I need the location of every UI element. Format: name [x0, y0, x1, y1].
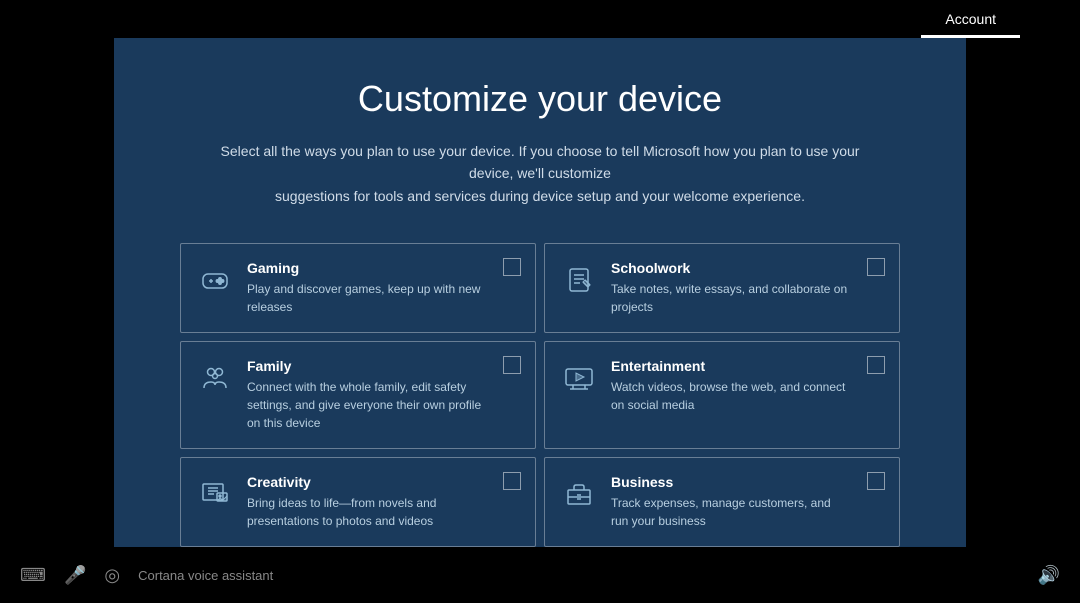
- schoolwork-checkbox[interactable]: [867, 258, 885, 276]
- creativity-title: Creativity: [247, 474, 485, 490]
- gaming-icon: [197, 262, 233, 298]
- schoolwork-desc: Take notes, write essays, and collaborat…: [611, 280, 849, 316]
- entertainment-desc: Watch videos, browse the web, and connec…: [611, 378, 849, 414]
- family-title: Family: [247, 358, 485, 374]
- family-text: Family Connect with the whole family, ed…: [247, 358, 485, 432]
- subtitle-line1: Select all the ways you plan to use your…: [221, 143, 860, 181]
- schoolwork-icon: [561, 262, 597, 298]
- page-subtitle: Select all the ways you plan to use your…: [200, 140, 880, 207]
- creativity-card[interactable]: Creativity Bring ideas to life—from nove…: [180, 457, 536, 547]
- family-checkbox[interactable]: [503, 356, 521, 374]
- taskbar-right: 🔊: [1038, 565, 1060, 586]
- keyboard-icon[interactable]: ⌨: [20, 565, 46, 586]
- business-icon: [561, 476, 597, 512]
- family-desc: Connect with the whole family, edit safe…: [247, 378, 485, 432]
- gaming-title: Gaming: [247, 260, 485, 276]
- family-icon: [197, 360, 233, 396]
- schoolwork-card[interactable]: Schoolwork Take notes, write essays, and…: [544, 243, 900, 333]
- business-title: Business: [611, 474, 849, 490]
- account-tab[interactable]: Account: [921, 5, 1020, 38]
- schoolwork-title: Schoolwork: [611, 260, 849, 276]
- creativity-icon: [197, 476, 233, 512]
- subtitle-line2: suggestions for tools and services durin…: [275, 188, 805, 204]
- gaming-desc: Play and discover games, keep up with ne…: [247, 280, 485, 316]
- page-title: Customize your device: [358, 78, 722, 120]
- entertainment-title: Entertainment: [611, 358, 849, 374]
- taskbar: ⌨ 🎤 ◎ Cortana voice assistant 🔊: [0, 547, 1080, 603]
- main-panel: Customize your device Select all the way…: [114, 38, 966, 547]
- business-text: Business Track expenses, manage customer…: [611, 474, 849, 530]
- top-bar: Account: [0, 0, 1080, 38]
- microphone-icon[interactable]: 🎤: [64, 565, 86, 586]
- gaming-text: Gaming Play and discover games, keep up …: [247, 260, 485, 316]
- gaming-card[interactable]: Gaming Play and discover games, keep up …: [180, 243, 536, 333]
- entertainment-text: Entertainment Watch videos, browse the w…: [611, 358, 849, 414]
- entertainment-icon: [561, 360, 597, 396]
- gaming-checkbox[interactable]: [503, 258, 521, 276]
- business-card[interactable]: Business Track expenses, manage customer…: [544, 457, 900, 547]
- creativity-text: Creativity Bring ideas to life—from nove…: [247, 474, 485, 530]
- cortana-circle-icon[interactable]: ◎: [104, 565, 120, 586]
- business-checkbox[interactable]: [867, 472, 885, 490]
- taskbar-left: ⌨ 🎤 ◎ Cortana voice assistant: [20, 565, 273, 586]
- creativity-desc: Bring ideas to life—from novels and pres…: [247, 494, 485, 530]
- cortana-label[interactable]: Cortana voice assistant: [138, 568, 273, 583]
- volume-icon[interactable]: 🔊: [1038, 565, 1060, 585]
- creativity-checkbox[interactable]: [503, 472, 521, 490]
- business-desc: Track expenses, manage customers, and ru…: [611, 494, 849, 530]
- entertainment-checkbox[interactable]: [867, 356, 885, 374]
- cards-grid: Gaming Play and discover games, keep up …: [180, 243, 900, 547]
- schoolwork-text: Schoolwork Take notes, write essays, and…: [611, 260, 849, 316]
- entertainment-card[interactable]: Entertainment Watch videos, browse the w…: [544, 341, 900, 449]
- family-card[interactable]: Family Connect with the whole family, ed…: [180, 341, 536, 449]
